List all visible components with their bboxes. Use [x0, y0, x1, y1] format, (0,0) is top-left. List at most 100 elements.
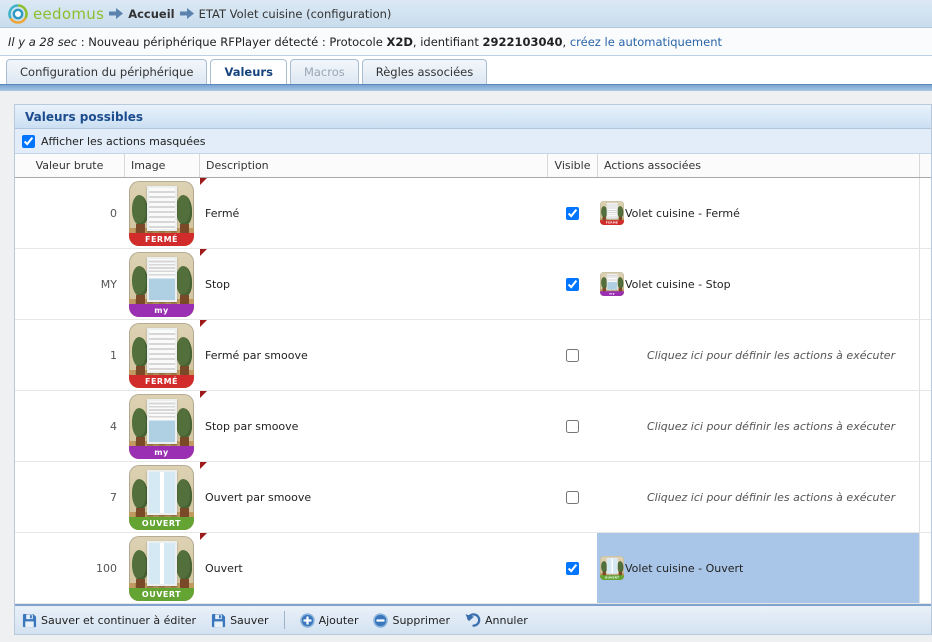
description-cell[interactable]: Stop par smoove	[199, 391, 547, 461]
actions-cell[interactable]: Cliquez ici pour définir les actions à e…	[597, 320, 919, 390]
image-banner-label: FERMÉ	[600, 220, 624, 225]
raw-value-cell[interactable]: 1	[15, 320, 124, 390]
description-cell[interactable]: Stop	[199, 249, 547, 319]
actions-cell[interactable]: Cliquez ici pour définir les actions à e…	[597, 391, 919, 461]
shutter-window	[147, 328, 177, 373]
column-header-description: Description	[199, 154, 547, 177]
row-end-spacer	[919, 249, 931, 319]
volet-image-open[interactable]: OUVERT	[129, 465, 194, 530]
breadcrumb-home[interactable]: Accueil	[128, 7, 174, 21]
volet-image-half[interactable]: my	[129, 394, 194, 459]
shutter-window	[147, 186, 177, 231]
image-cell[interactable]: FERMÉ	[124, 320, 199, 390]
action-hint[interactable]: Cliquez ici pour définir les actions à e…	[647, 491, 895, 504]
image-cell[interactable]: my	[124, 391, 199, 461]
description-cell[interactable]: Fermé par smoove	[199, 320, 547, 390]
image-cell[interactable]: OUVERT	[124, 462, 199, 532]
actions-cell[interactable]: Cliquez ici pour définir les actions à e…	[597, 462, 919, 532]
brand-name[interactable]: eedomus	[33, 5, 104, 23]
edit-corner-marker-icon	[200, 391, 207, 398]
actions-cell[interactable]: OUVERTVolet cuisine - Ouvert	[597, 533, 919, 603]
volet-image-open[interactable]: OUVERT	[129, 536, 194, 601]
tab-valeurs[interactable]: Valeurs	[210, 59, 286, 84]
shutter-window	[147, 541, 177, 586]
save-icon	[22, 613, 37, 628]
image-cell[interactable]: OUVERT	[124, 533, 199, 603]
raw-value-cell[interactable]: 0	[15, 178, 124, 248]
action-label[interactable]: Volet cuisine - Ouvert	[625, 562, 743, 575]
visible-checkbox[interactable]	[566, 278, 579, 291]
cancel-button[interactable]: Annuler	[465, 613, 528, 627]
image-cell[interactable]: FERMÉ	[124, 178, 199, 248]
plus-icon	[300, 613, 315, 628]
save-button[interactable]: Sauver	[211, 613, 269, 628]
raw-value-cell[interactable]: MY	[15, 249, 124, 319]
tab-configuration-peripherique[interactable]: Configuration du périphérique	[6, 59, 207, 84]
visible-checkbox[interactable]	[566, 207, 579, 220]
action-hint[interactable]: Cliquez ici pour définir les actions à e…	[647, 349, 895, 362]
volet-image-closed[interactable]: FERMÉ	[600, 201, 624, 225]
delete-button[interactable]: Supprimer	[373, 613, 450, 628]
visible-cell	[547, 320, 597, 390]
volet-image-closed[interactable]: FERMÉ	[129, 323, 194, 388]
description-text: Fermé	[205, 207, 239, 220]
save-and-continue-button[interactable]: Sauver et continuer à éditer	[22, 613, 196, 628]
values-panel: Valeurs possibles Afficher les actions m…	[14, 104, 932, 635]
table-row: 7 OUVERT Ouvert par smoove Cliquez ici p…	[15, 462, 931, 533]
shutter-window	[147, 470, 177, 515]
visible-checkbox[interactable]	[566, 420, 579, 433]
image-banner-label: my	[129, 304, 194, 317]
actions-cell[interactable]: myVolet cuisine - Stop	[597, 249, 919, 319]
volet-image-closed[interactable]: FERMÉ	[129, 181, 194, 246]
visible-cell	[547, 249, 597, 319]
description-text: Fermé par smoove	[205, 349, 308, 362]
save-icon	[211, 613, 226, 628]
notification-text: ,	[563, 35, 570, 49]
raw-value-cell[interactable]: 4	[15, 391, 124, 461]
table-row: 0 FERMÉ Fermé FERMÉVolet cuisine - Fermé	[15, 178, 931, 249]
image-banner-label: OUVERT	[129, 517, 194, 530]
visible-checkbox[interactable]	[566, 349, 579, 362]
description-cell[interactable]: Ouvert par smoove	[199, 462, 547, 532]
tab-bar: Configuration du périphérique Valeurs Ma…	[0, 56, 932, 84]
description-cell[interactable]: Ouvert	[199, 533, 547, 603]
row-end-spacer	[919, 533, 931, 603]
visible-cell	[547, 391, 597, 461]
delete-label: Supprimer	[392, 614, 450, 627]
action-label[interactable]: Volet cuisine - Fermé	[625, 207, 740, 220]
visible-checkbox[interactable]	[566, 491, 579, 504]
notification-text: Nouveau périphérique RFPlayer détecté : …	[88, 35, 386, 49]
add-label: Ajouter	[319, 614, 359, 627]
plant-decoration	[176, 196, 192, 234]
raw-value-cell[interactable]: 7	[15, 462, 124, 532]
column-header-image: Image	[124, 154, 199, 177]
description-cell[interactable]: Fermé	[199, 178, 547, 248]
raw-value-cell[interactable]: 100	[15, 533, 124, 603]
image-cell[interactable]: my	[124, 249, 199, 319]
column-header-actions-associees: Actions associées	[597, 154, 919, 177]
cancel-label: Annuler	[485, 614, 528, 627]
plant-decoration	[176, 480, 192, 518]
table-row: 4 my Stop par smoove Cliquez ici pour dé…	[15, 391, 931, 462]
volet-image-half[interactable]: my	[129, 252, 194, 317]
tab-regles-associees[interactable]: Règles associées	[362, 59, 488, 84]
column-header-visible: Visible	[547, 154, 597, 177]
volet-image-half[interactable]: my	[600, 272, 624, 296]
shutter-window	[147, 399, 177, 444]
create-automatically-link[interactable]: créez le automatiquement	[570, 35, 722, 49]
actions-cell[interactable]: FERMÉVolet cuisine - Fermé	[597, 178, 919, 248]
eedomus-logo-icon[interactable]	[8, 4, 28, 24]
top-bar: eedomus Accueil ETAT Volet cuisine (conf…	[0, 0, 932, 28]
description-text: Ouvert par smoove	[205, 491, 311, 504]
action-label[interactable]: Volet cuisine - Stop	[625, 278, 731, 291]
visible-checkbox[interactable]	[566, 562, 579, 575]
action-hint[interactable]: Cliquez ici pour définir les actions à e…	[647, 420, 895, 433]
row-end-spacer	[919, 462, 931, 532]
volet-image-open[interactable]: OUVERT	[600, 556, 624, 580]
add-button[interactable]: Ajouter	[300, 613, 359, 628]
filter-checkbox[interactable]	[22, 135, 35, 148]
plant-decoration	[617, 278, 623, 292]
save-and-continue-label: Sauver et continuer à éditer	[41, 614, 196, 627]
action-volet-thumbnail: FERMÉ	[600, 201, 624, 225]
visible-cell	[547, 462, 597, 532]
